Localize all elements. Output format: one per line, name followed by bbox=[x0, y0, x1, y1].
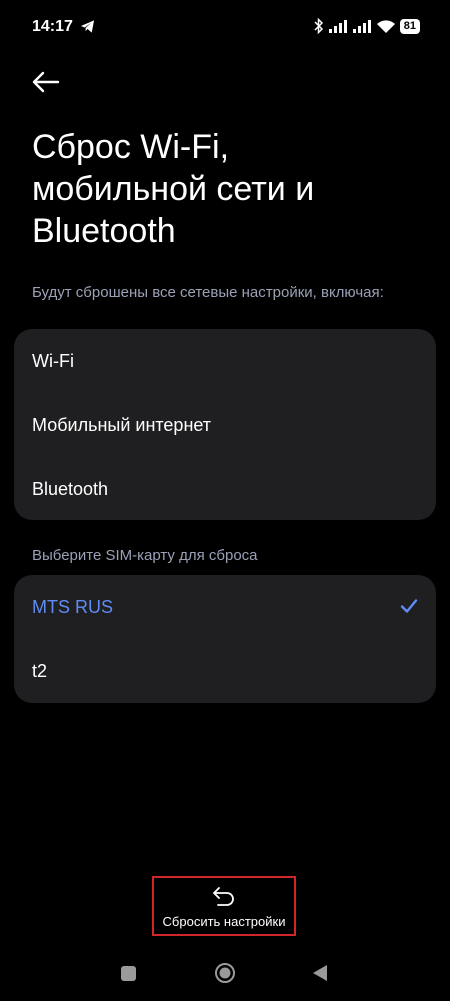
reset-info-label: Будут сброшены все сетевые настройки, вк… bbox=[32, 284, 384, 301]
sim-option-t2[interactable]: t2 bbox=[32, 655, 418, 687]
status-icons: 81 bbox=[314, 17, 420, 35]
status-time: 14:17 bbox=[32, 18, 73, 35]
signal-icon-2 bbox=[352, 20, 371, 33]
sim-option-label: MTS RUS bbox=[32, 597, 113, 617]
reset-settings-label: Сбросить настройки bbox=[162, 914, 286, 929]
reset-item-wifi: Wi-Fi bbox=[32, 351, 74, 371]
sim-select-label: Выберите SIM-карту для сброса bbox=[32, 547, 258, 564]
reset-items-card: Wi-Fi Мобильный интернет Bluetooth bbox=[14, 329, 436, 520]
undo-arrow-icon bbox=[213, 887, 234, 906]
sim-option-label: t2 bbox=[32, 661, 48, 681]
sim-option-mts[interactable]: MTS RUS bbox=[32, 591, 418, 623]
check-icon bbox=[400, 599, 418, 613]
wifi-icon bbox=[376, 19, 395, 33]
sim-options-card: MTS RUS t2 bbox=[14, 575, 436, 703]
reset-item-mobile-internet: Мобильный интернет bbox=[32, 415, 212, 435]
arrow-left-icon bbox=[32, 71, 60, 93]
nav-back-button[interactable] bbox=[312, 964, 328, 982]
reset-item-bluetooth: Bluetooth bbox=[32, 479, 109, 499]
recent-apps-button[interactable] bbox=[121, 966, 136, 981]
telegram-icon bbox=[80, 20, 95, 33]
navigation-bar bbox=[0, 950, 450, 996]
battery-indicator: 81 bbox=[399, 18, 420, 34]
bluetooth-icon bbox=[314, 18, 323, 34]
back-button[interactable] bbox=[28, 66, 64, 98]
signal-icon bbox=[328, 20, 347, 33]
reset-settings-button[interactable]: Сбросить настройки bbox=[152, 876, 296, 936]
status-bar: 14:17 81 bbox=[0, 0, 450, 56]
page-title: Сброс Wi-Fi, мобильной сети и Bluetooth bbox=[32, 128, 315, 250]
home-button[interactable] bbox=[214, 962, 236, 984]
